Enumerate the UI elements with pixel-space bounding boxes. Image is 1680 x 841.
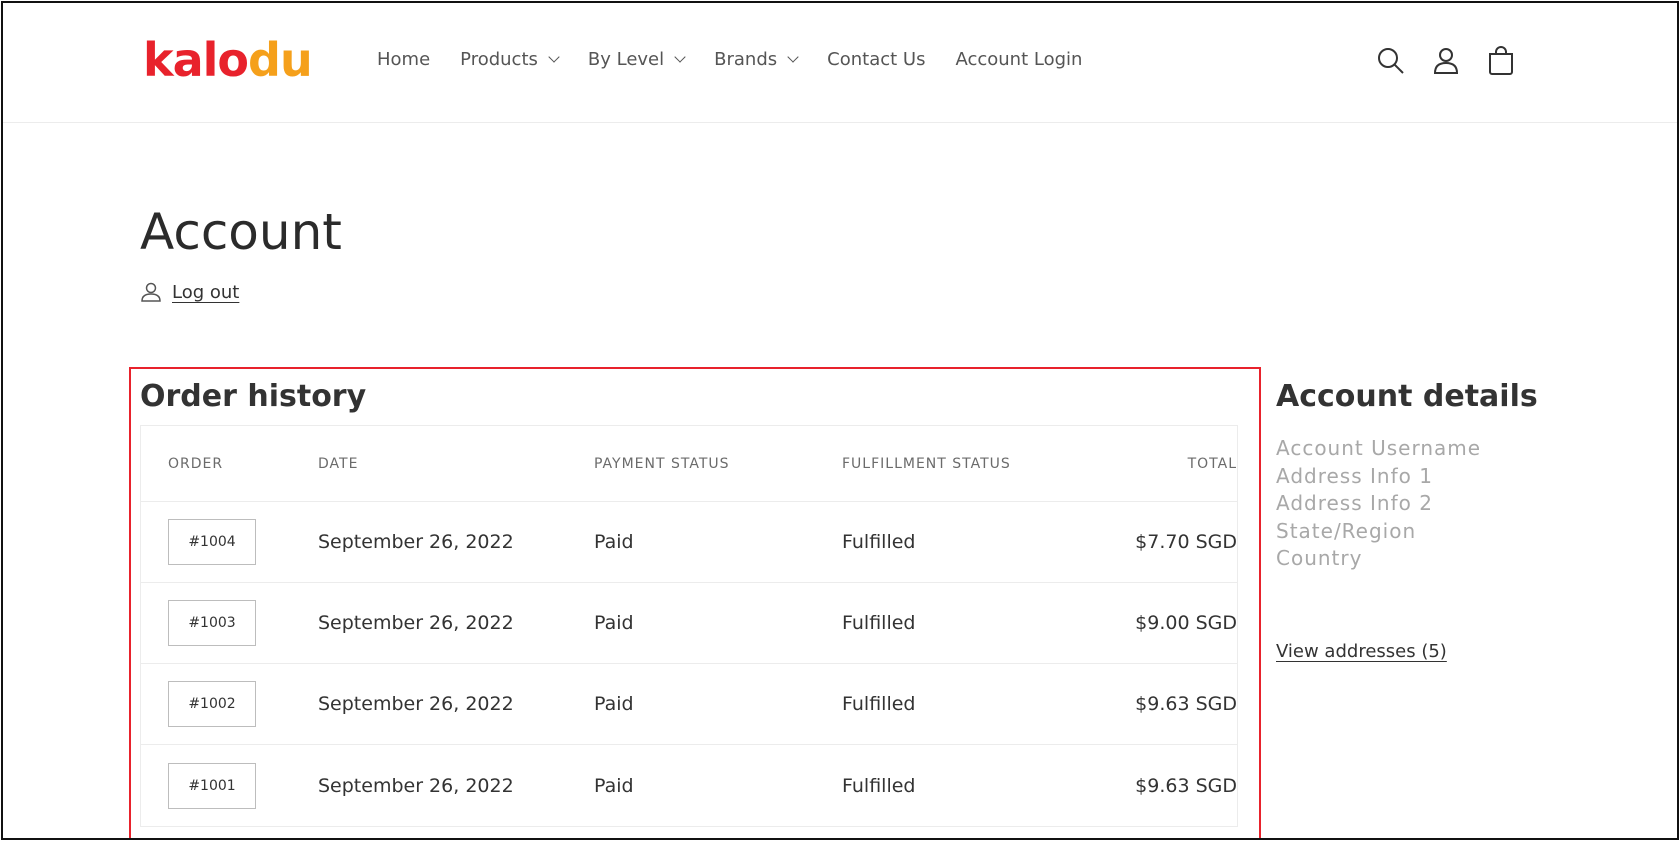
account-details-list: Account Username Address Info 1 Address …	[1276, 435, 1481, 573]
order-number-button[interactable]: #1002	[168, 681, 256, 727]
main-nav: Home Products By Level Brands Contact Us…	[377, 49, 1112, 70]
fulfillment-status: Fulfilled	[842, 774, 916, 797]
column-header-fulfillment-status: FULFILLMENT STATUS	[842, 455, 1011, 472]
order-total: $9.63 SGD	[1135, 693, 1237, 715]
view-addresses-link[interactable]: View addresses (5)	[1276, 641, 1447, 662]
logout-label: Log out	[172, 281, 240, 303]
nav-account-login-label: Account Login	[955, 49, 1083, 70]
payment-status: Paid	[594, 774, 634, 797]
nav-contact-us[interactable]: Contact Us	[827, 49, 925, 70]
address-info-1: Address Info 1	[1276, 463, 1433, 488]
address-info-2: Address Info 2	[1276, 491, 1433, 515]
cart-icon[interactable]	[1485, 45, 1517, 77]
order-total: $9.00 SGD	[1135, 612, 1237, 634]
nav-by-level-label: By Level	[587, 49, 665, 70]
column-header-payment-status: PAYMENT STATUS	[594, 455, 730, 472]
order-date: September 26, 2022	[318, 693, 514, 715]
nav-home[interactable]: Home	[377, 49, 430, 70]
chevron-down-icon	[787, 51, 799, 63]
table-row: #1001 September 26, 2022 Paid Fulfilled …	[141, 745, 1237, 826]
order-history-table: ORDER DATE PAYMENT STATUS FULFILLMENT ST…	[140, 425, 1238, 827]
nav-account-login[interactable]: Account Login	[955, 49, 1082, 70]
nav-by-level[interactable]: By Level	[587, 49, 686, 70]
account-icon[interactable]	[1430, 45, 1462, 77]
table-row: #1002 September 26, 2022 Paid Fulfilled …	[141, 664, 1237, 745]
table-row: #1003 September 26, 2022 Paid Fulfilled …	[141, 583, 1237, 664]
header-icons	[1375, 45, 1540, 77]
chevron-down-icon	[548, 51, 560, 63]
nav-brands-label: Brands	[714, 49, 778, 70]
order-date: September 26, 2022	[318, 531, 514, 553]
chevron-down-icon	[674, 51, 686, 63]
table-header: ORDER DATE PAYMENT STATUS FULFILLMENT ST…	[141, 426, 1237, 502]
nav-home-label: Home	[377, 49, 431, 70]
nav-products[interactable]: Products	[460, 49, 560, 70]
nav-products-label: Products	[460, 49, 538, 70]
account-details-title: Account details	[1276, 379, 1538, 414]
fulfillment-status: Fulfilled	[842, 693, 916, 715]
column-header-order: ORDER	[168, 455, 224, 472]
payment-status: Paid	[594, 531, 634, 553]
search-icon[interactable]	[1375, 45, 1407, 77]
nav-contact-us-label: Contact Us	[827, 49, 926, 70]
order-number-button[interactable]: #1004	[168, 519, 256, 565]
payment-status: Paid	[594, 612, 634, 634]
logo-text-orange: du	[248, 33, 313, 87]
account-username: Account Username	[1276, 436, 1482, 460]
user-icon	[141, 282, 161, 302]
page-title: Account	[140, 203, 342, 261]
order-total: $9.63 SGD	[1135, 774, 1237, 797]
logout-link[interactable]: Log out	[140, 281, 239, 303]
payment-status: Paid	[594, 693, 634, 715]
site-header: kalodu Home Products By Level Brands Con…	[3, 3, 1677, 123]
fulfillment-status: Fulfilled	[842, 612, 916, 634]
logo-text-red: kalo	[143, 33, 249, 87]
page-frame: kalodu Home Products By Level Brands Con…	[1, 1, 1679, 840]
fulfillment-status: Fulfilled	[842, 531, 916, 553]
column-header-total: TOTAL	[1187, 455, 1237, 472]
table-row: #1004 September 26, 2022 Paid Fulfilled …	[141, 502, 1237, 583]
site-logo[interactable]: kalodu	[143, 37, 313, 83]
nav-brands[interactable]: Brands	[714, 49, 799, 70]
country: Country	[1276, 546, 1363, 570]
order-date: September 26, 2022	[318, 612, 514, 634]
order-date: September 26, 2022	[318, 774, 514, 797]
order-number-button[interactable]: #1001	[168, 762, 256, 809]
column-header-date: DATE	[318, 455, 359, 472]
state-region: State/Region	[1276, 518, 1417, 543]
order-number-button[interactable]: #1003	[168, 600, 256, 646]
order-history-title: Order history	[140, 379, 367, 414]
order-total: $7.70 SGD	[1135, 531, 1237, 553]
